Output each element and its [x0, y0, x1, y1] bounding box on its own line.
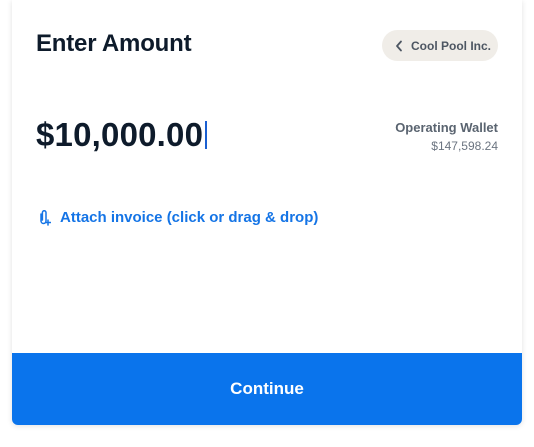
wallet-balance: $147,598.24: [431, 139, 498, 153]
payee-label: Cool Pool Inc.: [411, 38, 491, 53]
enter-amount-card: Enter Amount Cool Pool Inc. $10,000.00 O…: [12, 0, 522, 425]
attach-invoice-label: Attach invoice (click or drag & drop): [60, 208, 319, 226]
paperclip-add-icon: [36, 208, 52, 226]
amount-field[interactable]: $10,000.00: [36, 112, 208, 158]
payee-selector-button[interactable]: Cool Pool Inc.: [382, 30, 498, 61]
chevron-left-icon: [393, 39, 405, 53]
amount-input[interactable]: $10,000.00: [36, 116, 203, 154]
text-caret: [205, 121, 208, 149]
page-title: Enter Amount: [36, 30, 192, 57]
wallet-name: Operating Wallet: [395, 120, 498, 135]
attach-invoice-link[interactable]: Attach invoice (click or drag & drop): [36, 208, 318, 226]
wallet-info: Operating Wallet $147,598.24: [395, 120, 498, 154]
continue-button[interactable]: Continue: [12, 353, 522, 425]
